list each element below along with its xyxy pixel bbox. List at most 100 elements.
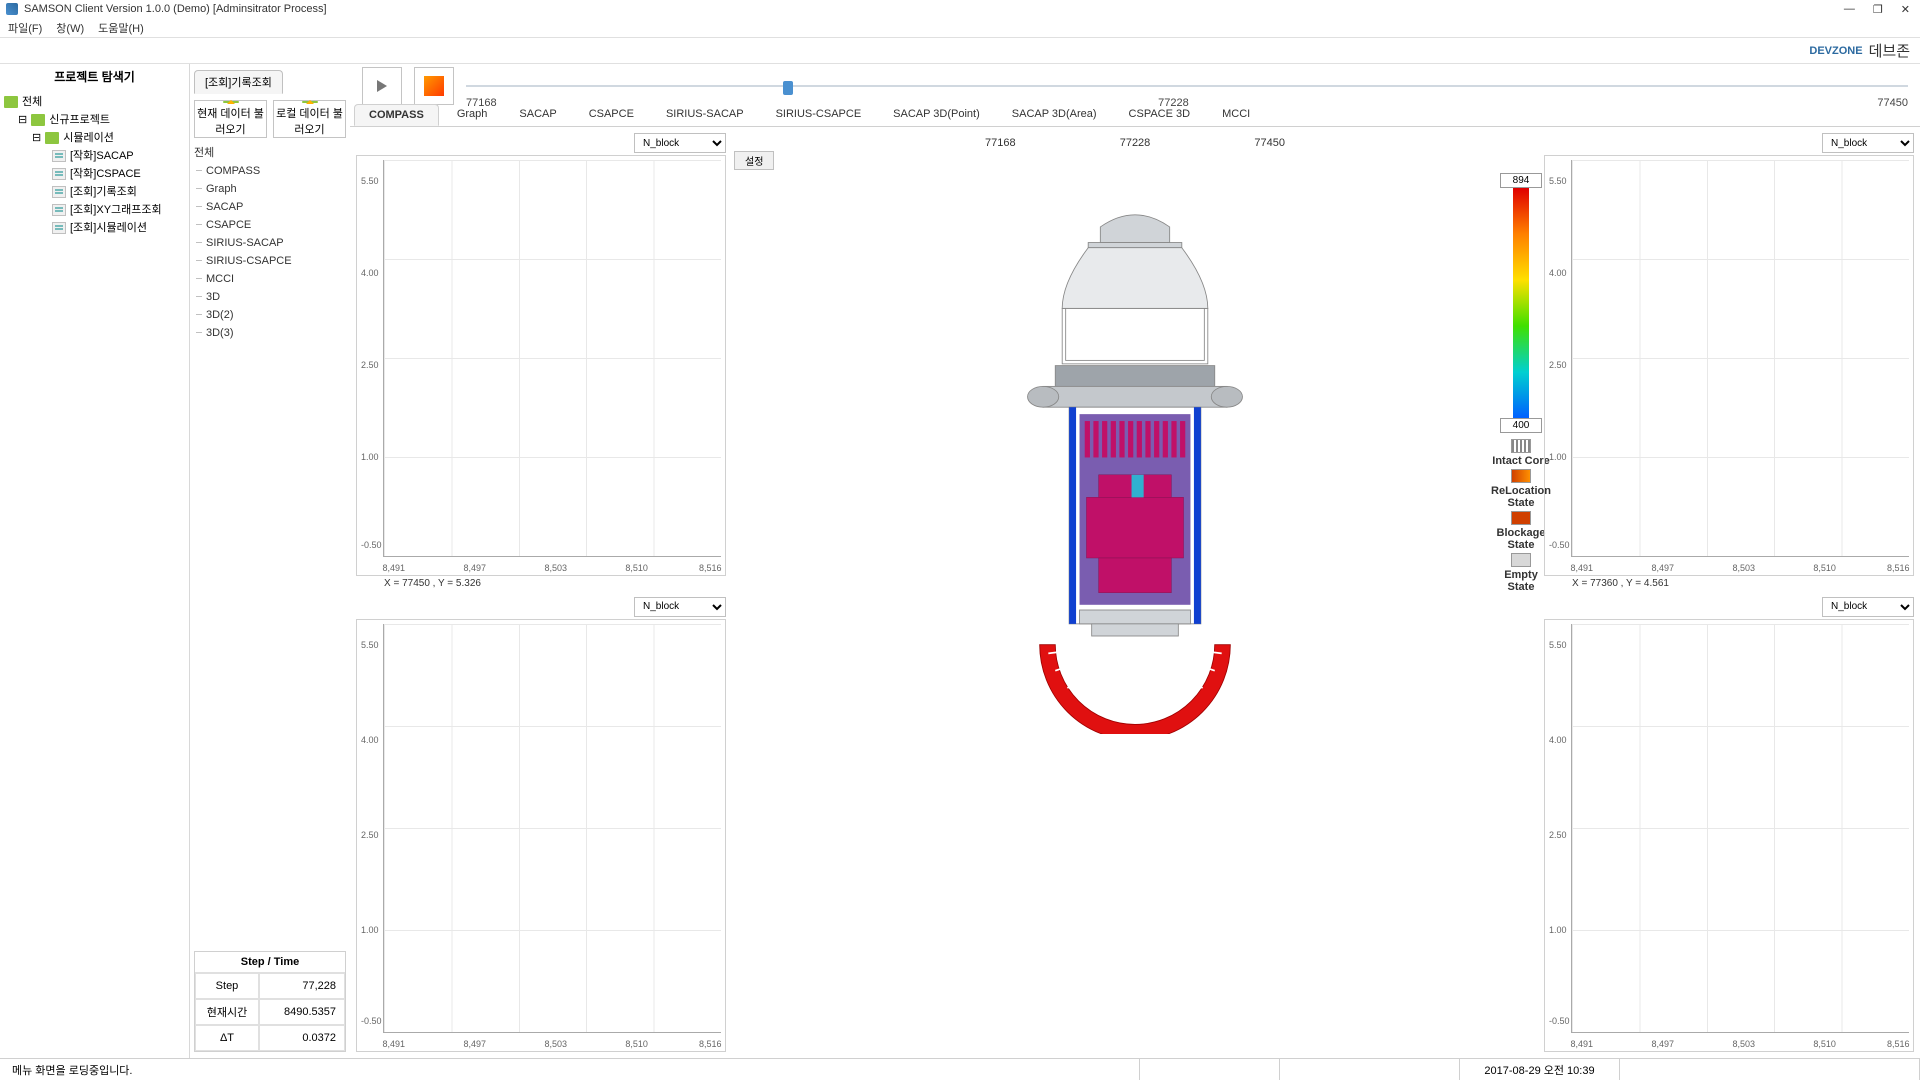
view-tabs: COMPASS Graph SACAP CSAPCE SIRIUS-SACAP … (350, 104, 1920, 127)
tab-compass[interactable]: COMPASS (354, 104, 439, 126)
plot[interactable]: 5.50 4.00 2.50 1.00 -0.50 8,491 8,497 8,… (1544, 155, 1914, 576)
reactor-diagram (1005, 174, 1265, 734)
legend-label: ReLocation State (1491, 485, 1551, 509)
tree-sim[interactable]: 시뮬레이션 (63, 129, 114, 147)
list-item[interactable]: 3D (194, 288, 346, 306)
plot[interactable]: 5.50 4.00 2.50 1.00 -0.50 8,491 8,497 8,… (356, 619, 726, 1053)
slider-tick: 77450 (1877, 97, 1908, 109)
series-select[interactable]: N_block (634, 133, 726, 153)
page-icon (52, 186, 66, 198)
expand-icon[interactable]: ⊟ (32, 129, 41, 147)
tab-sacap-3d-point[interactable]: SACAP 3D(Point) (879, 104, 994, 126)
brand-zone: DEVZONE (1809, 45, 1862, 57)
list-item[interactable]: SIRIUS-CSAPCE (194, 252, 346, 270)
stop-button[interactable] (414, 67, 454, 105)
tree-item[interactable]: [조회]기록조회 (70, 183, 137, 201)
list-root[interactable]: 전체 (194, 144, 346, 162)
series-select[interactable]: N_block (634, 597, 726, 617)
tree-item[interactable]: [조회]XY그래프조회 (70, 201, 162, 219)
legend-swatch-empty (1511, 553, 1531, 567)
folder-icon (31, 114, 45, 126)
ruler-tick: 77450 (1254, 137, 1285, 149)
colorbar-max: 894 (1500, 173, 1542, 188)
view-list: 전체 COMPASS Graph SACAP CSAPCE SIRIUS-SAC… (194, 144, 346, 342)
stop-icon (424, 76, 444, 96)
chart-top-right: N_block 5.50 4.00 2.50 1.00 -0.50 8,491 … (1544, 133, 1914, 589)
status-message: 메뉴 화면을 로딩중입니다. (0, 1059, 1140, 1080)
tree-item[interactable]: [작화]SACAP (70, 147, 134, 165)
tree-item[interactable]: [작화]CSPACE (70, 165, 141, 183)
tab-sirius-csapce[interactable]: SIRIUS-CSAPCE (762, 104, 876, 126)
maximize-button[interactable]: ❐ (1873, 3, 1883, 16)
brand-name: 데브존 (1869, 40, 1910, 61)
folder-icon (45, 132, 59, 144)
tab-mcci[interactable]: MCCI (1208, 104, 1264, 126)
legend-swatch-blockage (1511, 511, 1531, 525)
page-tab[interactable]: [조회]기록조회 (194, 70, 283, 94)
list-item[interactable]: CSAPCE (194, 216, 346, 234)
tab-csapce[interactable]: CSAPCE (575, 104, 648, 126)
slider-thumb[interactable] (783, 81, 793, 95)
colorbar-min: 400 (1500, 418, 1542, 433)
dt-value: 0.0372 (259, 1025, 345, 1051)
status-cell (1620, 1059, 1920, 1080)
menu-help[interactable]: 도움말(H) (98, 20, 144, 36)
list-item[interactable]: 3D(3) (194, 324, 346, 342)
menu-file[interactable]: 파일(F) (8, 20, 42, 36)
legend-label: Blockage State (1491, 527, 1551, 551)
titlebar: SAMSON Client Version 1.0.0 (Demo) [Admi… (0, 0, 1920, 18)
minimize-button[interactable]: — (1844, 3, 1855, 16)
load-current-button[interactable]: 현재 데이터 불러오기 (194, 100, 267, 138)
list-item[interactable]: SACAP (194, 198, 346, 216)
tree-project[interactable]: 신규프로젝트 (49, 111, 110, 129)
project-explorer: 프로젝트 탐색기 전체 ⊟ 신규프로젝트 ⊟ 시뮬레이션 [작화]SACAP [작화… (0, 64, 190, 1058)
step-time-panel: Step / Time Step77,228 현재시간8490.5357 ΔT0… (194, 951, 346, 1052)
play-button[interactable] (362, 67, 402, 105)
list-item[interactable]: SIRIUS-SACAP (194, 234, 346, 252)
folder-icon (4, 96, 18, 108)
logo-bar: DEVZONE 데브존 (0, 38, 1920, 64)
ruler-tick: 77228 (1120, 137, 1151, 149)
project-tree[interactable]: 전체 ⊟ 신규프로젝트 ⊟ 시뮬레이션 [작화]SACAP [작화]CSPACE [… (0, 91, 189, 239)
step-time-title: Step / Time (195, 952, 345, 973)
window-title: SAMSON Client Version 1.0.0 (Demo) [Admi… (24, 3, 1844, 15)
page-icon (52, 204, 66, 216)
upload-icon (302, 101, 318, 103)
expand-icon[interactable]: ⊟ (18, 111, 27, 129)
cursor-coord: X = 77360 , Y = 4.561 (1544, 576, 1914, 589)
tab-sirius-sacap[interactable]: SIRIUS-SACAP (652, 104, 758, 126)
chart-bottom-left: N_block 5.50 4.00 2.50 1.00 -0.50 8,491 … (356, 597, 726, 1053)
upload-icon (223, 101, 239, 103)
tree-root[interactable]: 전체 (22, 93, 42, 111)
tree-item[interactable]: [조회]시뮬레이션 (70, 219, 147, 237)
time-slider[interactable]: 77168 77228 77450 (466, 79, 1908, 93)
chart-bottom-right: N_block 5.50 4.00 2.50 1.00 -0.50 8,491 … (1544, 597, 1914, 1053)
legend-swatch-intact (1511, 439, 1531, 453)
status-cell (1280, 1059, 1460, 1080)
tab-sacap[interactable]: SACAP (505, 104, 570, 126)
load-local-button[interactable]: 로컬 데이터 불러오기 (273, 100, 346, 138)
sidebar-title: 프로젝트 탐색기 (0, 64, 189, 91)
time-label: 현재시간 (195, 999, 259, 1025)
page-icon (52, 222, 66, 234)
list-item[interactable]: Graph (194, 180, 346, 198)
close-button[interactable]: ✕ (1901, 3, 1910, 16)
list-item[interactable]: COMPASS (194, 162, 346, 180)
settings-button[interactable]: 설정 (734, 151, 774, 170)
plot[interactable]: 5.50 4.00 2.50 1.00 -0.50 8,491 8,497 8,… (356, 155, 726, 576)
menu-window[interactable]: 창(W) (56, 20, 84, 36)
tab-sacap-3d-area[interactable]: SACAP 3D(Area) (998, 104, 1111, 126)
step-value: 77,228 (259, 973, 345, 999)
page-icon (52, 150, 66, 162)
reactor-view: 77168 77228 77450 설정 (734, 133, 1536, 1052)
plot[interactable]: 5.50 4.00 2.50 1.00 -0.50 8,491 8,497 8,… (1544, 619, 1914, 1053)
list-item[interactable]: MCCI (194, 270, 346, 288)
list-item[interactable]: 3D(2) (194, 306, 346, 324)
legend-label: Empty State (1491, 569, 1551, 593)
page-icon (52, 168, 66, 180)
ruler-tick: 77168 (985, 137, 1016, 149)
status-cell (1140, 1059, 1280, 1080)
statusbar: 메뉴 화면을 로딩중입니다. 2017-08-29 오전 10:39 (0, 1058, 1920, 1080)
series-select[interactable]: N_block (1822, 597, 1914, 617)
series-select[interactable]: N_block (1822, 133, 1914, 153)
